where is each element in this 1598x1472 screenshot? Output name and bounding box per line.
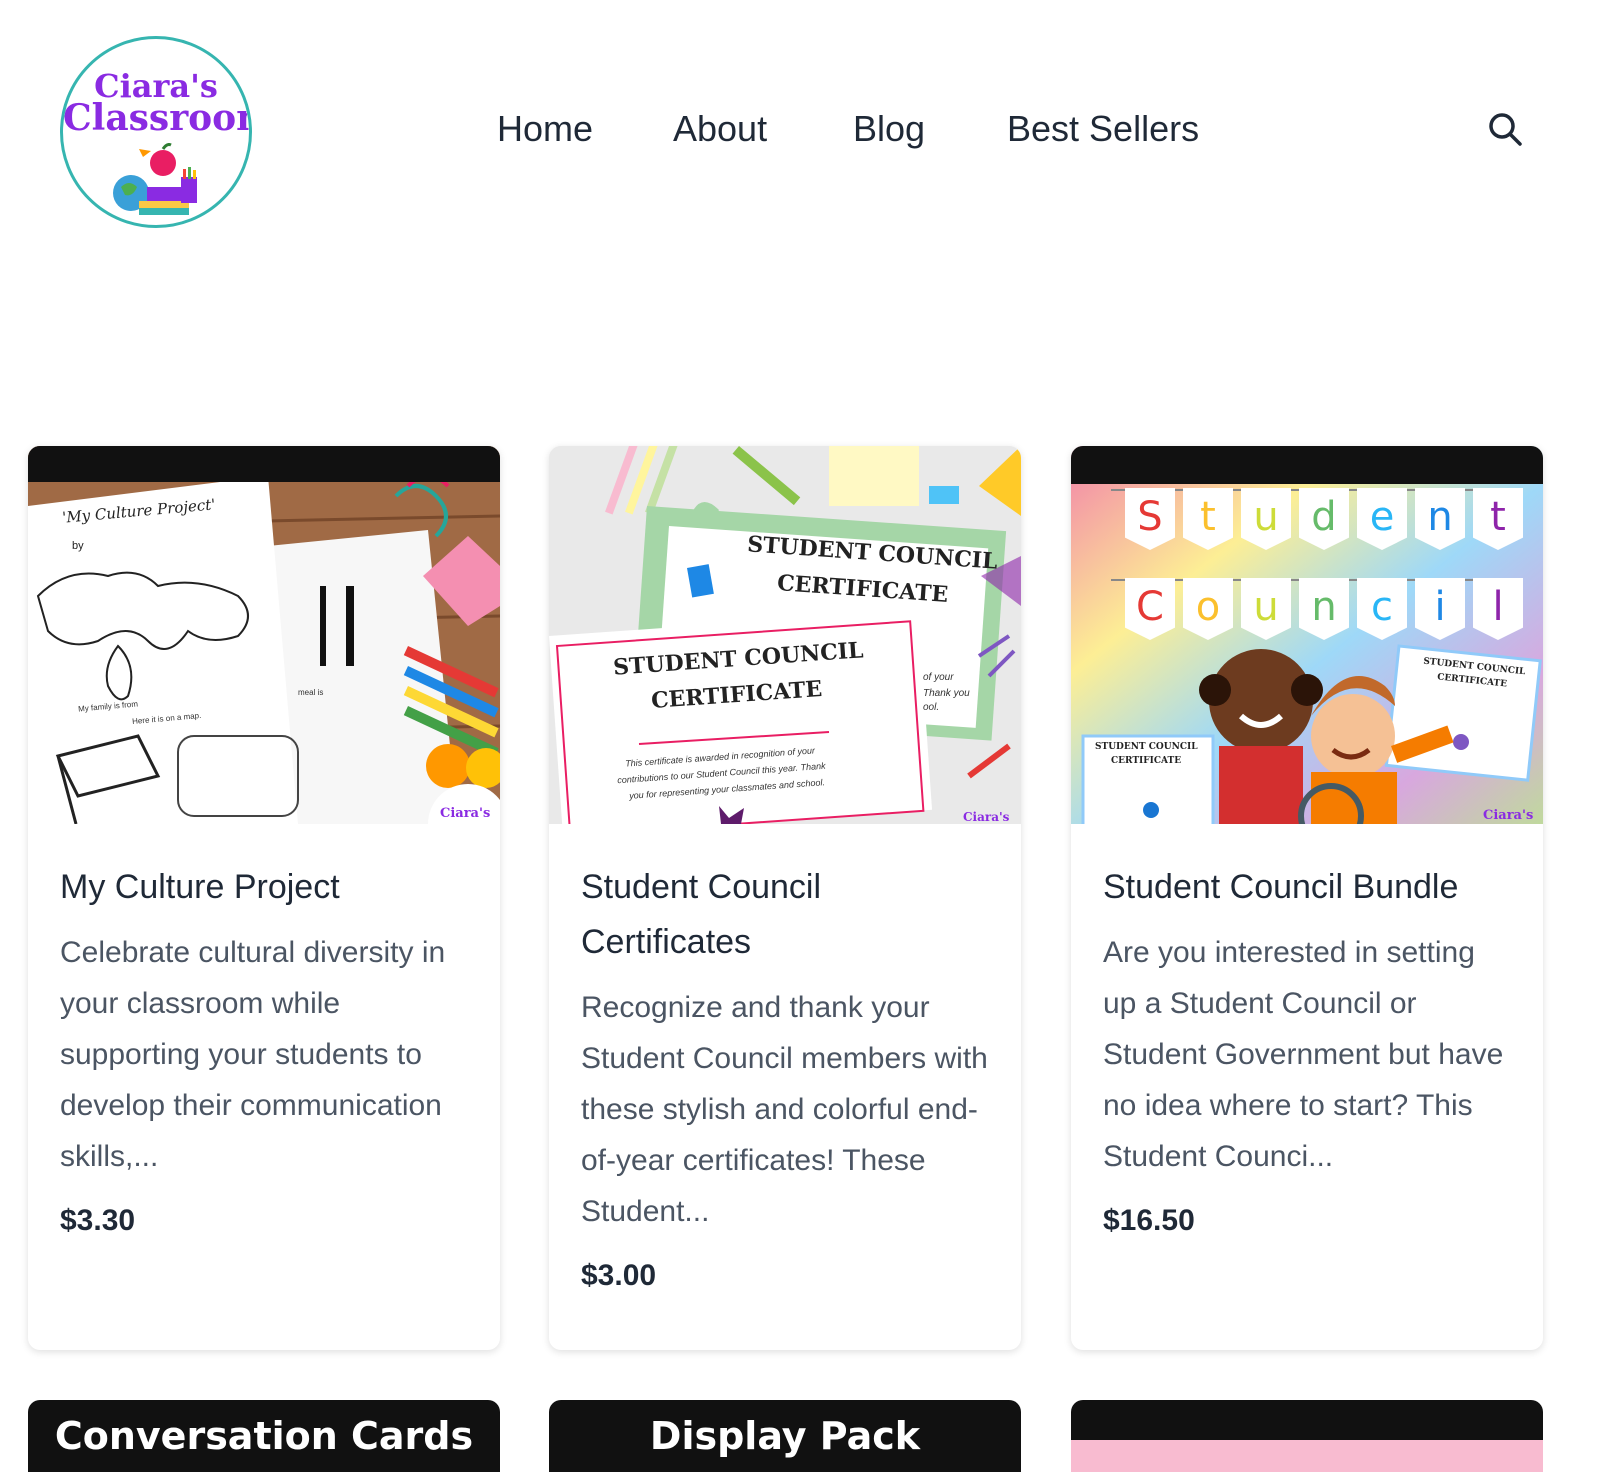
- product-card-partial[interactable]: Display Pack: [549, 1400, 1021, 1472]
- product-title[interactable]: Student Council Certificates: [581, 860, 989, 970]
- nav-item-about[interactable]: About: [673, 108, 767, 150]
- thumbnail-image-strip: [1071, 1440, 1543, 1472]
- watermark-text: Ciara's: [440, 806, 491, 821]
- thumbnail-title: Conversation Cards: [54, 1414, 474, 1458]
- sheet-by: by: [72, 540, 84, 552]
- product-thumbnail[interactable]: S t u d e n t C o u n c i l STUDENT COUN…: [1071, 446, 1543, 824]
- site-header: Ciara's Classroom Home About Blog Best S…: [0, 0, 1598, 260]
- nav-item-best-sellers[interactable]: Best Sellers: [1007, 108, 1199, 150]
- watermark-text: Ciara's: [963, 810, 1010, 824]
- watermark-text: Ciara's: [1483, 808, 1534, 823]
- mini-certificate-heading: STUDENT COUNCIL: [1095, 742, 1198, 752]
- banner-letter: t: [1473, 488, 1523, 550]
- banner-letter: C: [1125, 578, 1175, 640]
- product-card-partial[interactable]: Conversation Cards: [28, 1400, 500, 1472]
- product-thumbnail[interactable]: 'My Culture Project' by My family is fro…: [28, 446, 500, 824]
- banner-letter: d: [1299, 488, 1349, 550]
- nav-item-home[interactable]: Home: [497, 108, 593, 150]
- banner-letter: n: [1415, 488, 1465, 550]
- certificate-side-text: ool.: [923, 702, 940, 713]
- product-description: Are you interested in setting up a Stude…: [1103, 936, 1504, 1173]
- product-card-partial[interactable]: [1071, 1400, 1543, 1472]
- nav-item-blog[interactable]: Blog: [853, 108, 925, 150]
- banner-letter: c: [1357, 578, 1407, 640]
- banner-letter: l: [1473, 578, 1523, 640]
- product-card[interactable]: S t u d e n t C o u n c i l STUDENT COUN…: [1071, 446, 1543, 1350]
- banner-letter: i: [1415, 578, 1465, 640]
- banner-letter: t: [1183, 488, 1233, 550]
- banner-letter: n: [1299, 578, 1349, 640]
- search-button[interactable]: [1486, 110, 1526, 150]
- banner-letter: o: [1183, 578, 1233, 640]
- thumbnail-title-banner: [28, 446, 500, 482]
- certificate-side-text: Thank you: [923, 688, 970, 699]
- school-supplies-icon: [113, 143, 197, 215]
- mini-certificate-heading: CERTIFICATE: [1111, 756, 1182, 766]
- product-description: Celebrate cultural diversity in your cla…: [60, 936, 446, 1173]
- culture-project-illustration: [28, 446, 500, 824]
- search-icon: [1489, 113, 1522, 146]
- banner-letter: S: [1125, 488, 1175, 550]
- banner-letter: e: [1357, 488, 1407, 550]
- product-card[interactable]: STUDENT COUNCIL CERTIFICATE STUDENT COUN…: [549, 446, 1021, 1350]
- product-description: Recognize and thank your Student Council…: [581, 991, 988, 1228]
- thumbnail-title: Display Pack: [649, 1414, 921, 1458]
- product-price: $16.50: [1103, 1204, 1195, 1237]
- product-price: $3.30: [60, 1204, 136, 1237]
- certificate-side-text: of your: [923, 672, 954, 683]
- product-title[interactable]: My Culture Project: [60, 860, 468, 915]
- product-thumbnail[interactable]: STUDENT COUNCIL CERTIFICATE STUDENT COUN…: [549, 446, 1021, 824]
- logo-text-line2: Classroom: [63, 97, 249, 139]
- banner-letter: u: [1241, 488, 1291, 550]
- site-logo[interactable]: Ciara's Classroom: [60, 36, 252, 228]
- product-card[interactable]: 'My Culture Project' by My family is fro…: [28, 446, 500, 1350]
- banner-letter: u: [1241, 578, 1291, 640]
- product-title[interactable]: Student Council Bundle: [1103, 860, 1511, 915]
- product-price: $3.00: [581, 1259, 657, 1292]
- banner-word-student: S t u d e n t: [1125, 488, 1523, 550]
- sheet-caption: meal is: [298, 688, 324, 697]
- banner-word-council: C o u n c i l: [1125, 578, 1523, 640]
